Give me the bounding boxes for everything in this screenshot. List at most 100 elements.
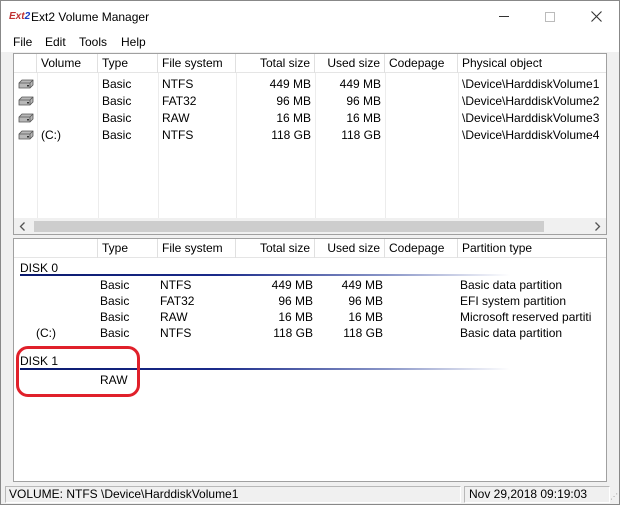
partition-codepage [389,277,455,293]
volume-total: 96 MB [276,94,311,108]
scroll-right-button[interactable] [589,218,606,234]
column-header-type[interactable]: Type [98,54,158,73]
column-header-file-system[interactable]: File system [158,239,236,258]
partition-kind: Basic data partition [460,278,563,292]
drive-icon [18,96,34,106]
scroll-thumb[interactable] [34,221,544,232]
volume-fs: RAW [162,111,190,125]
partition-row[interactable]: Basic NTFS 449 MB 449 MB Basic data part… [14,277,606,293]
volume-row[interactable]: (C:) Basic NTFS 118 GB 118 GB \Device\Ha… [14,127,606,143]
volume-used: 16 MB [346,111,381,125]
volume-name [41,93,97,109]
window-title: Ext2 Volume Manager [31,10,150,24]
volume-total: 118 GB [271,128,311,142]
resize-grip-icon[interactable]: ⋰ [610,492,618,502]
column-header-used-size[interactable]: Used size [315,239,385,258]
maximize-icon [545,11,555,22]
partition-fs: RAW [160,310,188,324]
highlight-annotation [16,346,140,397]
horizontal-scrollbar[interactable] [14,218,606,234]
menu-tools[interactable]: Tools [79,35,107,49]
drive-icon [18,130,34,140]
column-header-total-size[interactable]: Total size [236,239,315,258]
column-header-volume[interactable]: Volume [37,54,98,73]
volume-name [41,110,97,126]
close-button[interactable] [573,1,619,32]
volume-codepage [389,93,455,109]
partition-volume [36,309,96,325]
chevron-left-icon [19,222,25,231]
menu-file[interactable]: File [13,35,32,49]
volume-codepage [389,110,455,126]
volume-fs: NTFS [162,128,194,142]
column-header-type[interactable]: Type [98,239,158,258]
partition-codepage [389,309,455,325]
menu-edit[interactable]: Edit [45,35,66,49]
volume-type: Basic [102,77,132,91]
partition-row[interactable]: Basic FAT32 96 MB 96 MB EFI system parti… [14,293,606,309]
volume-used: 118 GB [341,128,381,142]
scroll-left-button[interactable] [14,218,31,234]
volume-used: 449 MB [339,77,381,91]
partition-type: Basic [100,294,130,308]
volume-total: 16 MB [276,111,311,125]
app-window: Ext2 Ext2 Volume Manager File Edit Tools… [0,0,620,505]
close-icon [590,11,602,22]
partition-used: 449 MB [341,278,383,292]
app-logo-icon: Ext2 [9,11,31,22]
column-header-used-size[interactable]: Used size [315,54,385,73]
volume-row[interactable]: Basic FAT32 96 MB 96 MB \Device\Harddisk… [14,93,606,109]
partition-total: 16 MB [278,310,313,324]
volume-type: Basic [102,128,132,142]
volume-row[interactable]: Basic RAW 16 MB 16 MB \Device\HarddiskVo… [14,110,606,126]
partition-kind: EFI system partition [460,294,567,308]
volume-used: 96 MB [346,94,381,108]
partition-row[interactable]: Basic RAW 16 MB 16 MB Microsoft reserved… [14,309,606,325]
drive-icon [18,113,34,123]
partition-codepage [389,325,455,341]
volume-codepage [389,76,455,92]
volume-physical-object: \Device\HarddiskVolume2 [462,94,600,108]
partition-used: 16 MB [348,310,383,324]
status-volume-info: VOLUME: NTFS \Device\HarddiskVolume1 [5,486,461,503]
partition-kind: Basic data partition [460,326,563,340]
title-bar[interactable]: Ext2 Ext2 Volume Manager [1,1,619,32]
partition-volume: (C:) [36,326,56,340]
partition-fs: NTFS [160,278,192,292]
partition-codepage [389,293,455,309]
disk-0-label[interactable]: DISK 0 [20,261,58,275]
column-header-partition-type[interactable]: Partition type [458,239,606,258]
column-header-file-system[interactable]: File system [158,54,236,73]
volume-list[interactable]: Volume Type File system Total size Used … [13,53,607,235]
partition-used: 96 MB [348,294,383,308]
volume-physical-object: \Device\HarddiskVolume3 [462,111,600,125]
volume-list-header: Volume Type File system Total size Used … [14,54,606,73]
column-header-total-size[interactable]: Total size [236,54,315,73]
drive-icon [18,79,34,89]
volume-physical-object: \Device\HarddiskVolume4 [462,128,600,142]
status-bar: VOLUME: NTFS \Device\HarddiskVolume1 Nov… [1,484,619,504]
volume-physical-object: \Device\HarddiskVolume1 [462,77,600,91]
disk-0-divider [20,274,510,276]
partition-type: Basic [100,278,130,292]
minimize-button[interactable] [481,1,527,32]
volume-row[interactable]: Basic NTFS 449 MB 449 MB \Device\Harddis… [14,76,606,92]
menu-bar: File Edit Tools Help [1,32,619,52]
column-header-physical-object[interactable]: Physical object [458,54,606,73]
menu-help[interactable]: Help [121,35,146,49]
column-header-codepage[interactable]: Codepage [385,54,458,73]
disk-list-header: Type File system Total size Used size Co… [14,239,606,258]
partition-fs: NTFS [160,326,192,340]
partition-kind: Microsoft reserved partiti [460,310,592,324]
column-header-volume[interactable] [14,239,98,258]
column-header-icon[interactable] [14,54,37,73]
volume-fs: NTFS [162,77,194,91]
volume-name: (C:) [41,128,61,142]
status-datetime: Nov 29,2018 09:19:03 [464,486,610,503]
partition-row[interactable]: (C:) Basic NTFS 118 GB 118 GB Basic data… [14,325,606,341]
maximize-button[interactable] [527,1,573,32]
partition-volume [36,277,96,293]
volume-codepage [389,127,455,143]
partition-fs: FAT32 [160,294,195,308]
column-header-codepage[interactable]: Codepage [385,239,458,258]
